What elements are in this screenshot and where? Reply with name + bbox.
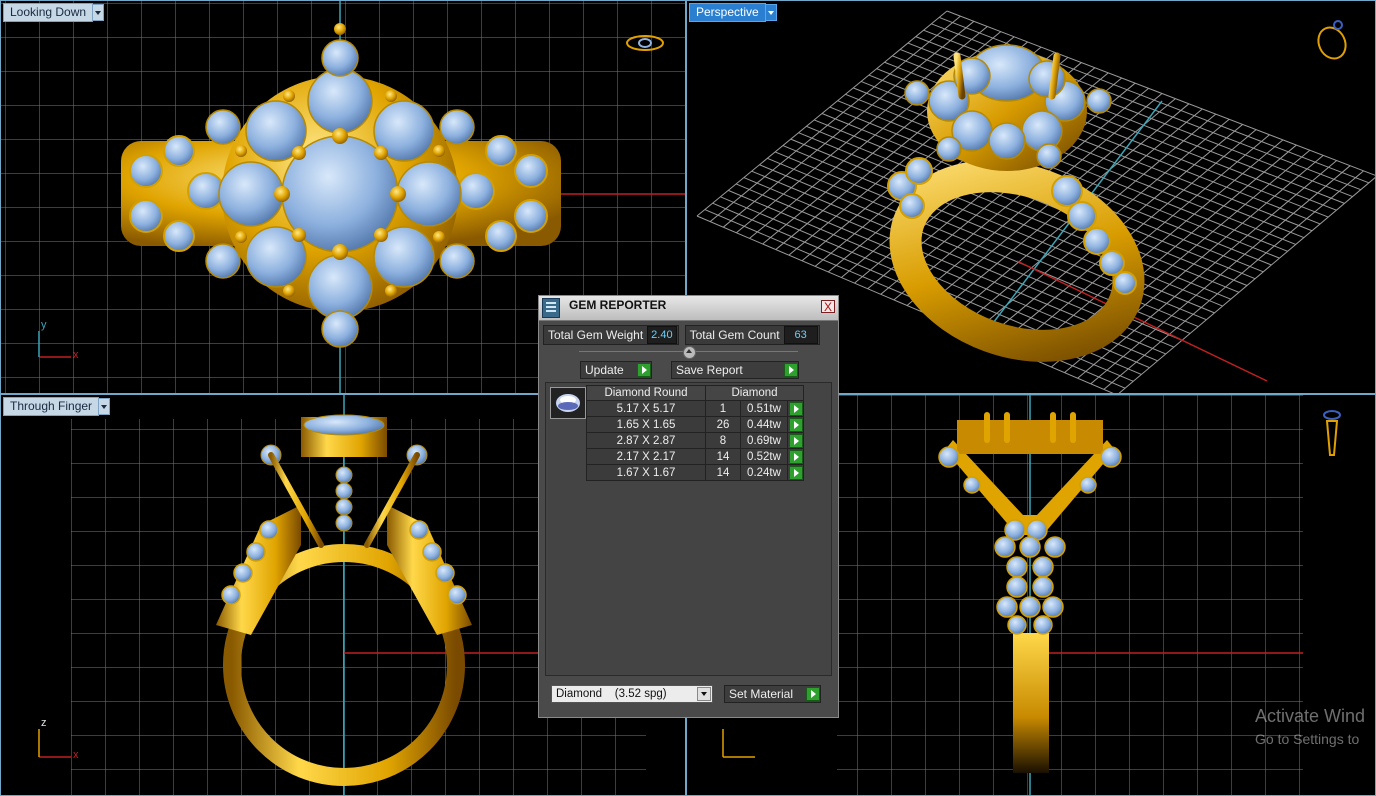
close-button[interactable]: X (821, 300, 835, 313)
gem-size-cell: 1.67 X 1.67 (586, 464, 706, 481)
row-action-button[interactable] (787, 400, 804, 417)
gem-reporter-icon (542, 298, 560, 318)
viewport-label-looking-down[interactable]: Looking Down (3, 3, 105, 22)
play-icon (788, 417, 803, 432)
play-icon (788, 433, 803, 448)
gem-count-cell: 14 (705, 448, 741, 465)
gem-list-area: Diamond Round Diamond 5.17 X 5.17 1 0.51tw… (545, 382, 832, 676)
update-button[interactable]: Update (580, 361, 652, 379)
gem-weight-cell: 0.44tw (740, 416, 788, 433)
save-report-button[interactable]: Save Report (671, 361, 799, 379)
ring-orientation-icon (1317, 20, 1347, 60)
set-material-button[interactable]: Set Material (724, 685, 821, 703)
gem-size-cell: 5.17 X 5.17 (586, 400, 706, 417)
gem-table: Diamond Round Diamond 5.17 X 5.17 1 0.51tw… (586, 385, 804, 481)
gem-reporter-dialog[interactable]: GEM REPORTER X Total Gem Weight 2.40 Tot… (538, 295, 839, 718)
viewport-label-through-finger[interactable]: Through Finger (3, 397, 111, 416)
total-gem-weight-value: 2.40 (647, 326, 677, 344)
material-select[interactable]: Diamond (3.52 spg) (551, 685, 713, 703)
gem-weight-cell: 0.52tw (740, 448, 788, 465)
total-gem-count-field: Total Gem Count 63 (684, 325, 820, 345)
viewport-menu-dropdown[interactable] (99, 398, 111, 415)
chevron-down-icon[interactable] (697, 687, 711, 701)
play-icon (784, 363, 798, 377)
table-row[interactable]: 2.87 X 2.87 8 0.69tw (586, 432, 804, 449)
play-icon (788, 401, 803, 416)
total-gem-count-value: 63 (783, 326, 818, 344)
gem-weight-cell: 0.51tw (740, 400, 788, 417)
dialog-title: GEM REPORTER (569, 298, 667, 312)
axis-x-label: x (73, 349, 79, 361)
viewport-menu-dropdown[interactable] (765, 4, 777, 21)
play-icon (788, 465, 803, 480)
total-gem-weight-field: Total Gem Weight 2.40 (543, 325, 679, 345)
gem-weight-cell: 0.24tw (740, 464, 788, 481)
activation-watermark-sub: Go to Settings to (1255, 731, 1360, 747)
diamond-thumbnail[interactable] (550, 387, 586, 419)
gem-size-cell: 2.17 X 2.17 (586, 448, 706, 465)
activation-watermark: Activate Wind (1255, 706, 1366, 726)
column-header: Diamond Round (586, 385, 706, 401)
viewport-label-perspective[interactable]: Perspective (689, 3, 777, 22)
dialog-titlebar[interactable]: GEM REPORTER X (539, 296, 838, 321)
row-action-button[interactable] (787, 448, 804, 465)
table-row[interactable]: 1.65 X 1.65 26 0.44tw (586, 416, 804, 433)
play-icon (788, 449, 803, 464)
axis-x-label: x (73, 749, 79, 761)
row-action-button[interactable] (787, 432, 804, 449)
play-icon (637, 363, 651, 377)
axis-y-label: y (41, 319, 47, 331)
row-action-button[interactable] (787, 464, 804, 481)
gem-size-cell: 2.87 X 2.87 (586, 432, 706, 449)
gem-weight-cell: 0.69tw (740, 432, 788, 449)
gem-count-cell: 26 (705, 416, 741, 433)
viewport-menu-dropdown[interactable] (93, 4, 105, 21)
axis-z-label: z (41, 717, 47, 729)
row-action-button[interactable] (787, 416, 804, 433)
gem-count-cell: 1 (705, 400, 741, 417)
table-row[interactable]: 5.17 X 5.17 1 0.51tw (586, 400, 804, 417)
collapse-toggle[interactable] (683, 346, 696, 359)
gem-size-cell: 1.65 X 1.65 (586, 416, 706, 433)
gem-count-cell: 8 (705, 432, 741, 449)
table-row[interactable]: 1.67 X 1.67 14 0.24tw (586, 464, 804, 481)
column-header: Diamond (705, 385, 804, 401)
table-row[interactable]: 2.17 X 2.17 14 0.52tw (586, 448, 804, 465)
play-icon (806, 687, 820, 701)
gem-count-cell: 14 (705, 464, 741, 481)
ring-orientation-icon (1323, 410, 1341, 456)
